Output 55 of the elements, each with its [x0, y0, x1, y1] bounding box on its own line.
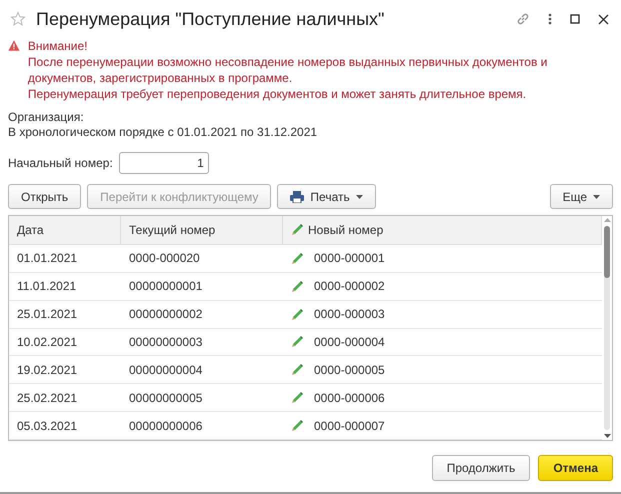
toolbar-button[interactable]: Открыть: [8, 184, 82, 209]
continue-button[interactable]: Продолжить: [432, 455, 530, 481]
pencil-icon: [291, 308, 304, 321]
table-cell: 0000-000005: [314, 362, 385, 377]
column-header[interactable]: Текущий номер: [121, 216, 283, 244]
pencil-icon: [291, 419, 304, 432]
table-cell: 0000-000002: [314, 279, 385, 294]
pencil-icon: [291, 335, 304, 348]
close-icon[interactable]: [598, 14, 609, 24]
table-cell: 00000000002: [129, 307, 202, 322]
warning-text: После перенумерации возможно несовпадение номеров выданных первичных документов и документов, зарегистрированных в программе.: [28, 54, 548, 86]
table-cell: 0000-000004: [314, 334, 385, 349]
period-text: В хронологическом порядке с 01.01.2021 по 31.12.2021: [8, 125, 318, 140]
table-cell: 19.02.2021: [17, 362, 78, 377]
column-header[interactable]: Дата: [9, 216, 121, 244]
table-cell: 01.01.2021: [17, 251, 78, 266]
table-cell: 25.02.2021: [17, 390, 78, 405]
warning-text: Перенумерация требует перепроведения документов и может занять длительное время.: [28, 86, 528, 102]
table-cell: 11.01.2021: [17, 279, 76, 294]
link-icon[interactable]: [516, 12, 530, 26]
table-cell: 00000000004: [129, 362, 202, 377]
start-number-field[interactable]: 1: [118, 152, 209, 174]
caret-icon: [593, 194, 600, 198]
caret-icon: [356, 194, 363, 198]
window-title: Перенумерация "Поступление наличных": [36, 8, 386, 30]
organization-label: Организация:: [8, 110, 84, 125]
pencil-icon: [291, 391, 304, 404]
cancel-button[interactable]: Отмена: [538, 455, 613, 481]
table-cell: 0000-000006: [314, 390, 385, 405]
star-icon[interactable]: [10, 11, 26, 27]
table-cell: 10.02.2021: [17, 334, 78, 349]
table-cell: 0000-000020: [129, 251, 200, 266]
pencil-icon: [291, 280, 304, 293]
printer-icon: [290, 190, 304, 202]
column-header[interactable]: Новый номер: [283, 216, 602, 244]
scroll-bar[interactable]: [602, 216, 612, 440]
table-cell: 05.03.2021: [17, 418, 78, 433]
table-cell: 00000000005: [129, 390, 202, 405]
table-cell: 00000000001: [129, 279, 202, 294]
table-cell: 0000-000007: [314, 418, 385, 433]
table-cell: 00000000003: [129, 334, 202, 349]
warning-text: Внимание!: [28, 38, 88, 54]
table-cell: 0000-000003: [314, 307, 385, 322]
maximize-icon[interactable]: [570, 14, 580, 24]
start-number-label: Начальный номер:: [8, 156, 113, 170]
pencil-icon: [291, 252, 304, 265]
more-icon[interactable]: [548, 13, 552, 25]
print-button[interactable]: Печать: [277, 184, 376, 209]
warning-icon: [8, 38, 20, 53]
table-cell: 00000000006: [129, 418, 202, 433]
more-button[interactable]: Еще: [550, 184, 613, 209]
table-cell: 25.01.2021: [17, 307, 78, 322]
pencil-icon: [291, 363, 304, 376]
pencil-icon: [291, 223, 304, 236]
table-cell: 0000-000001: [314, 251, 385, 266]
